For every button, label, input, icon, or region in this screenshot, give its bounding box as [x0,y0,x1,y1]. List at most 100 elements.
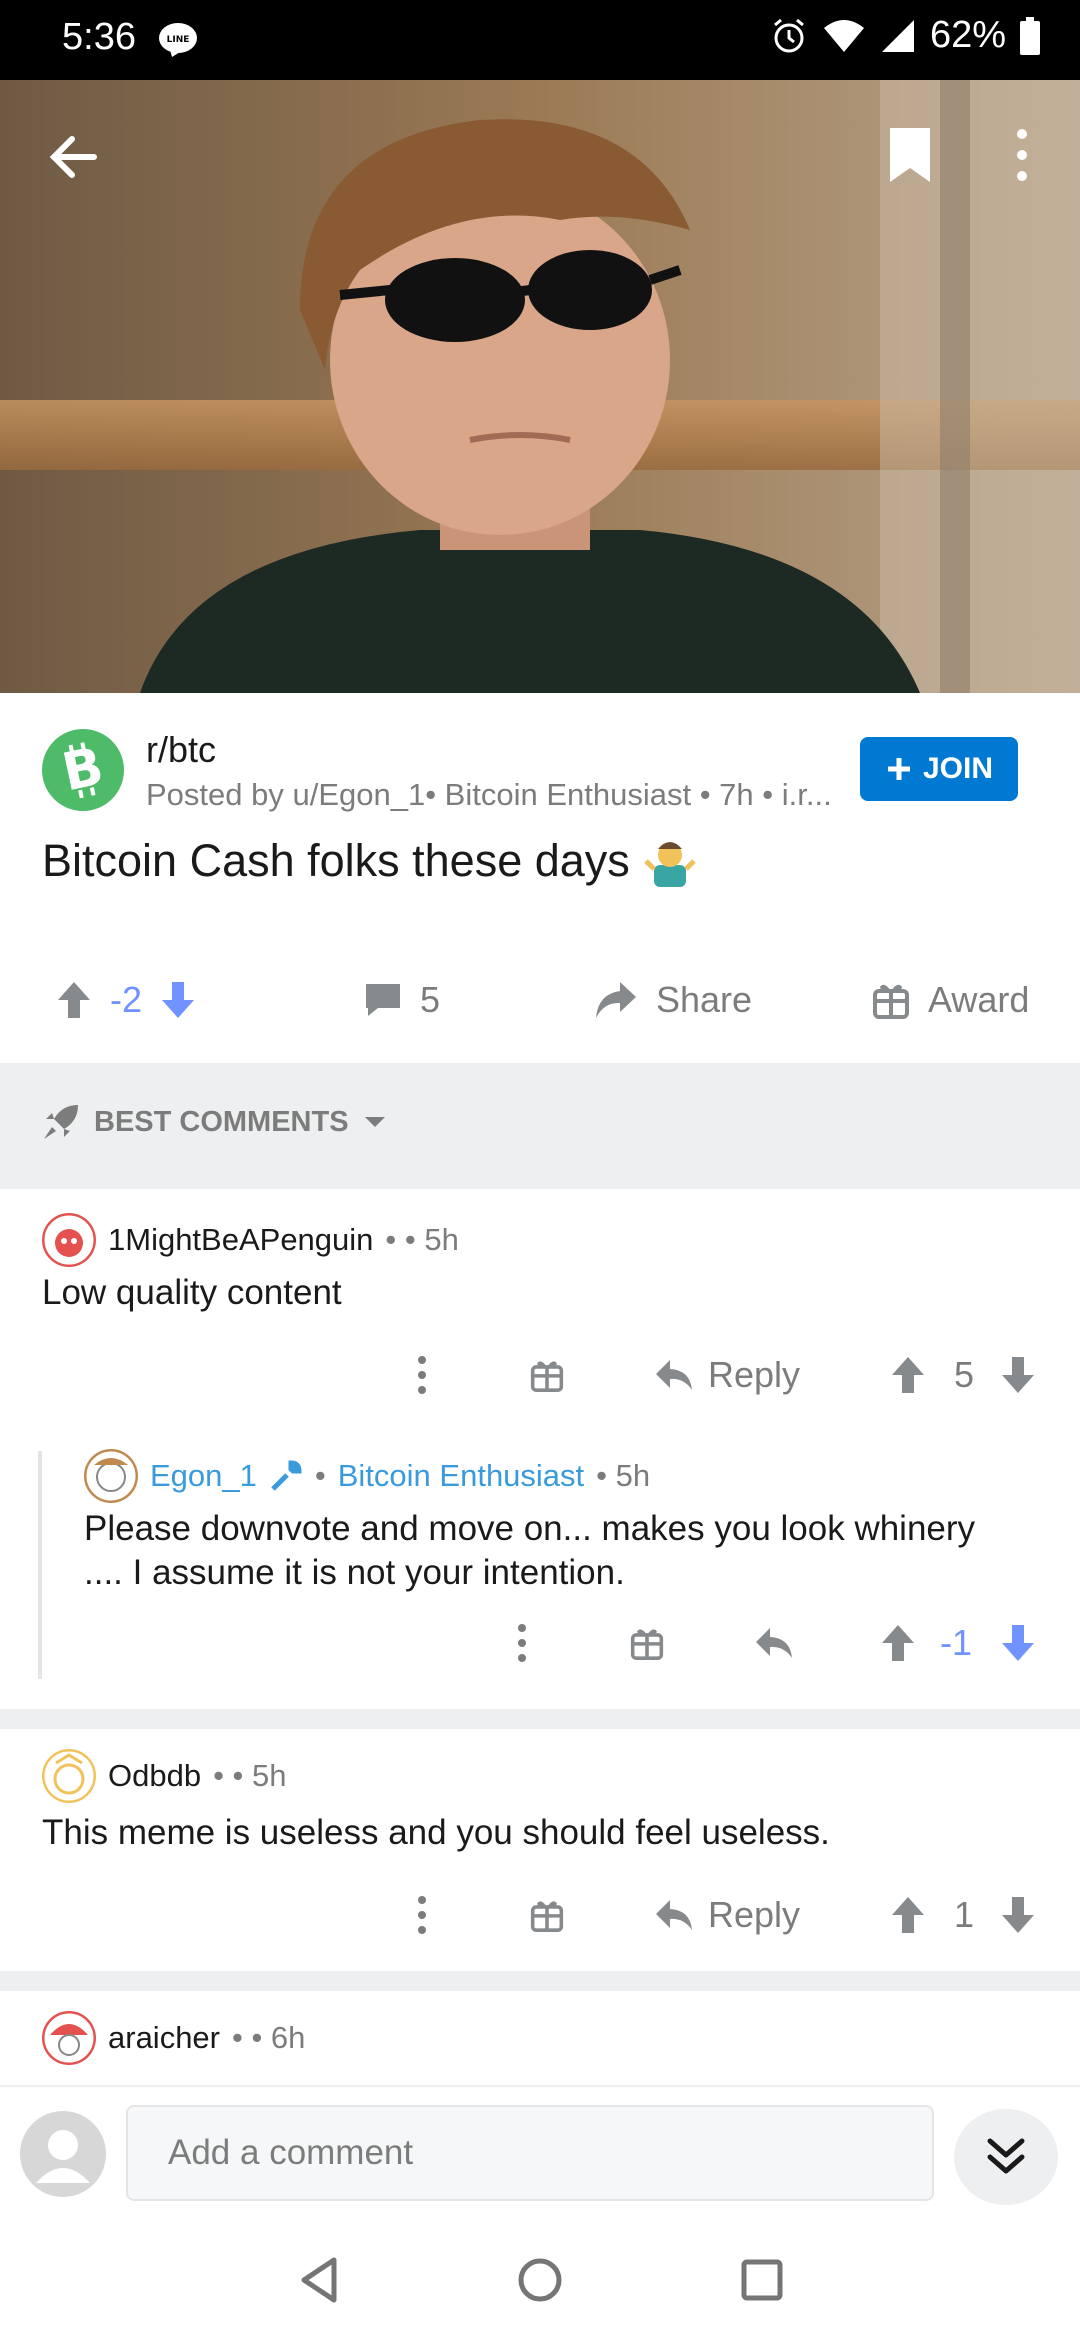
comment-bubble-icon [366,984,400,1016]
avatar[interactable] [42,1749,96,1803]
reply-button[interactable]: Reply [654,1894,800,1936]
share-button[interactable]: Share [594,960,752,1040]
bookmark-icon[interactable] [886,124,934,186]
line-app-icon: LINE [159,23,197,57]
comment-composer: Add a comment [0,2085,1080,2220]
comment-author[interactable]: Odbdb [108,1758,201,1794]
reply-arrow-icon[interactable] [754,1626,794,1660]
downvote-icon[interactable] [1000,1355,1036,1395]
nav-back-icon[interactable] [290,2250,350,2310]
comment-actions: -1 [400,1613,1040,1673]
avatar[interactable] [84,1449,138,1503]
share-label: Share [656,979,753,1020]
comment-author[interactable]: araicher [108,2020,220,2056]
comment-author[interactable]: Egon_1 [150,1458,257,1494]
status-bar: 5:36 LINE 62% [0,0,1080,80]
award-label: Award [928,979,1030,1020]
user-avatar[interactable] [20,2111,106,2197]
comment-thread: Odbdb • • 5h This meme is useless and yo… [0,1729,1080,1971]
comment-actions: Reply 1 [400,1885,1040,1945]
upvote-icon[interactable] [880,1623,916,1663]
comment-body: Low quality content [42,1273,342,1312]
reply-button[interactable]: Reply [654,1354,800,1396]
more-options-icon[interactable] [416,1355,428,1395]
comment-header: Egon_1 • Bitcoin Enthusiast • 5h [84,1449,650,1503]
comment-score: 1 [954,1894,975,1935]
comment-sort-bar[interactable]: BEST COMMENTS [0,1063,1080,1189]
double-chevron-down-icon [987,2138,1025,2174]
gift-icon [873,984,909,1019]
wrench-icon [271,1460,302,1491]
sort-label: BEST COMMENTS [94,1105,349,1138]
comment-thread: araicher • • 6h [0,1991,1080,2085]
comment-score: 5 [954,1354,975,1395]
subreddit-avatar[interactable]: B [42,729,124,811]
comment-author[interactable]: 1MightBeAPenguin [108,1222,373,1258]
more-options-icon[interactable] [516,1623,528,1663]
status-icons: 62% [770,14,1040,57]
join-button[interactable]: JOIN [860,737,1018,801]
join-label: JOIN [922,752,994,785]
reply-label: Reply [708,1894,801,1935]
plus-icon [887,758,910,780]
wifi-icon [823,19,864,52]
upvote-icon[interactable] [56,980,92,1020]
downvote-icon[interactable] [1000,1895,1036,1935]
more-options-icon[interactable] [1004,124,1040,186]
comment-meta: • • 5h [385,1222,459,1257]
avatar[interactable] [42,1213,96,1267]
award-button[interactable]: Award [872,960,1029,1040]
comments-button[interactable]: 5 [364,960,440,1040]
gift-icon[interactable] [630,1626,664,1660]
post-image[interactable] [0,80,1080,693]
rocket-icon [44,1105,78,1139]
nav-home-icon[interactable] [510,2250,570,2310]
comment-thread: 1MightBeAPenguin • • 5h Low quality cont… [0,1189,1080,1709]
comment-score: -1 [940,1622,973,1663]
upvote-icon[interactable] [890,1355,926,1395]
comment-header: 1MightBeAPenguin • • 5h [42,1213,459,1267]
clock: 5:36 [62,16,136,58]
comment-body: Please downvote and move on... makes you… [84,1509,976,1592]
user-flair: Bitcoin Enthusiast [337,1458,585,1493]
avatar[interactable] [42,2011,96,2065]
downvote-icon[interactable] [1000,1623,1036,1663]
comment-actions: Reply 5 [400,1345,1040,1405]
battery-icon [1020,16,1040,55]
reply-arrow-icon [656,1900,692,1930]
comment-divider [0,1971,1080,1991]
more-options-icon[interactable] [416,1895,428,1935]
post-vote-group: -2 [56,960,196,1040]
downvote-icon[interactable] [160,980,196,1020]
share-icon [596,982,636,1018]
thread-line[interactable] [38,1451,42,1679]
add-comment-input[interactable]: Add a comment [126,2105,934,2201]
upvote-icon[interactable] [890,1895,926,1935]
system-nav-bar [0,2220,1080,2340]
subreddit-name[interactable]: r/btc [146,729,216,771]
post-score: -2 [110,979,143,1020]
bitcoin-icon: B [57,737,108,804]
post-title: Bitcoin Cash folks these days [42,835,696,887]
reply-arrow-icon [656,1360,692,1390]
caret-down-icon [364,1117,385,1127]
next-comment-button[interactable] [954,2109,1058,2205]
gift-icon[interactable] [530,1358,564,1392]
svg-text:LINE: LINE [167,35,190,45]
user-silhouette-icon [36,2130,90,2183]
reply-label: Reply [708,1354,801,1395]
sort-selector[interactable]: BEST COMMENTS [42,1103,387,1141]
battery-percent: 62% [929,14,1006,56]
post-meta: Posted by u/Egon_1• Bitcoin Enthusiast •… [146,777,832,812]
comment-header: araicher • • 6h [42,2011,305,2065]
alarm-icon [773,18,804,52]
post-title-text: Bitcoin Cash folks these days [42,835,630,886]
shrugging-person-emoji-icon [644,842,696,887]
comment-divider [0,1709,1080,1729]
back-arrow-icon[interactable] [42,126,104,188]
post-action-bar: -2 5 Share Award [0,960,1080,1040]
nav-recents-icon[interactable] [732,2250,792,2310]
gift-icon[interactable] [530,1898,564,1932]
comment-meta: • 5h [596,1458,651,1493]
comment-header: Odbdb • • 5h [42,1749,287,1803]
